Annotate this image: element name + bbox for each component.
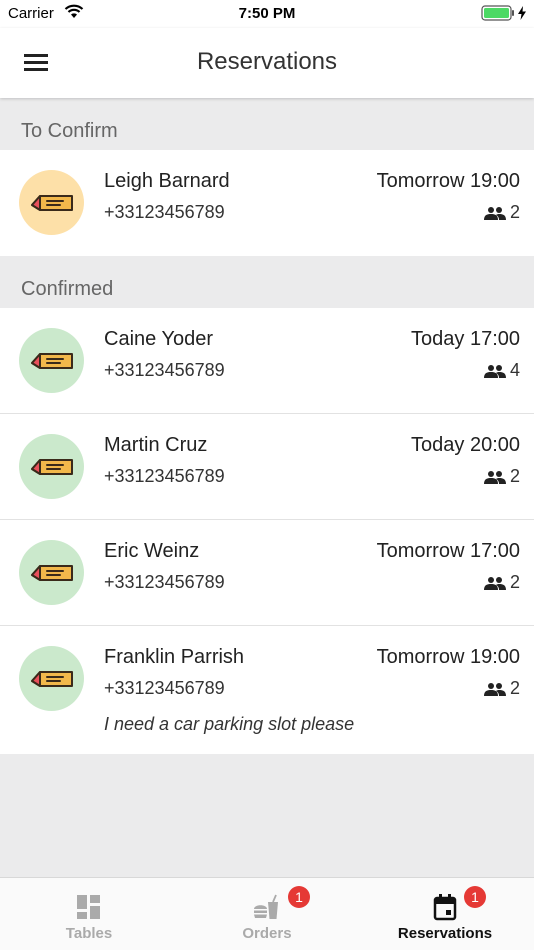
- ticket-icon: [19, 170, 84, 235]
- guest-count: 2: [483, 572, 520, 593]
- guest-count-value: 2: [509, 202, 520, 222]
- tab-tables[interactable]: Tables: [0, 878, 178, 950]
- reservation-time: Tomorrow 17:00: [376, 540, 520, 562]
- people-icon: [483, 206, 506, 220]
- tab-label: Tables: [65, 925, 113, 942]
- reservation-row[interactable]: Caine Yoder +33123456789 Today 17:00 4: [0, 308, 534, 414]
- guest-phone: +33123456789: [104, 466, 225, 486]
- reservations-list: To Confirm Leigh Barnard +33123456789 To…: [0, 98, 534, 754]
- guest-count-value: 2: [509, 678, 520, 698]
- people-icon: [483, 470, 506, 484]
- people-icon: [483, 364, 506, 378]
- guest-phone: +33123456789: [104, 572, 225, 592]
- calendar-icon: [433, 894, 457, 921]
- reservation-row[interactable]: Franklin Parrish +33123456789 Tomorrow 1…: [0, 626, 534, 754]
- guest-count: 2: [483, 678, 520, 699]
- reservation-row[interactable]: Martin Cruz +33123456789 Today 20:00 2: [0, 414, 534, 520]
- orders-badge: 1: [288, 886, 310, 908]
- guest-phone: +33123456789: [104, 678, 225, 698]
- reservation-row[interactable]: Leigh Barnard +33123456789 Tomorrow 19:0…: [0, 150, 534, 256]
- ticket-icon: [19, 646, 84, 711]
- guest-count-value: 4: [509, 360, 520, 380]
- guest-count: 2: [483, 466, 520, 487]
- tab-reservations[interactable]: 1 Reservations: [356, 878, 534, 950]
- guest-count: 2: [483, 202, 520, 223]
- guest-name: Martin Cruz: [104, 434, 208, 456]
- reservation-note: I need a car parking slot please: [104, 714, 355, 734]
- people-icon: [483, 576, 506, 590]
- bottom-tab-bar: Tables 1 Orders 1 Reservations: [0, 877, 534, 950]
- section-title-confirmed: Confirmed: [21, 278, 114, 300]
- guest-count-value: 2: [509, 572, 520, 592]
- tab-label: Reservations: [397, 925, 493, 942]
- section-title-to-confirm: To Confirm: [21, 120, 118, 142]
- battery-icon: [481, 5, 526, 21]
- ticket-icon: [19, 540, 84, 605]
- guest-name: Franklin Parrish: [104, 646, 245, 668]
- clock: 7:50 PM: [238, 5, 296, 22]
- guest-phone: +33123456789: [104, 202, 225, 222]
- guest-name: Caine Yoder: [104, 328, 213, 350]
- people-icon: [483, 682, 506, 696]
- page-title: Reservations: [196, 48, 338, 75]
- tab-label: Orders: [242, 925, 292, 942]
- tab-orders[interactable]: 1 Orders: [178, 878, 356, 950]
- guest-count-value: 2: [509, 466, 520, 486]
- reservation-time: Today 20:00: [411, 434, 520, 456]
- app-header: Reservations: [0, 28, 534, 98]
- guest-name: Eric Weinz: [104, 540, 200, 562]
- ticket-icon: [19, 434, 84, 499]
- guest-name: Leigh Barnard: [104, 170, 230, 192]
- charging-bolt-icon: [518, 6, 526, 20]
- reservation-time: Tomorrow 19:00: [376, 646, 520, 668]
- guest-phone: +33123456789: [104, 360, 225, 380]
- orders-icon: [254, 894, 278, 919]
- ticket-icon: [19, 328, 84, 393]
- reservation-row[interactable]: Eric Weinz +33123456789 Tomorrow 17:00 2: [0, 520, 534, 626]
- reservations-badge: 1: [464, 886, 486, 908]
- tables-icon: [77, 895, 100, 919]
- status-bar: Carrier 7:50 PM: [0, 0, 534, 28]
- reservation-time: Tomorrow 19:00: [376, 170, 520, 192]
- reservation-time: Today 17:00: [411, 328, 520, 350]
- guest-count: 4: [483, 360, 520, 381]
